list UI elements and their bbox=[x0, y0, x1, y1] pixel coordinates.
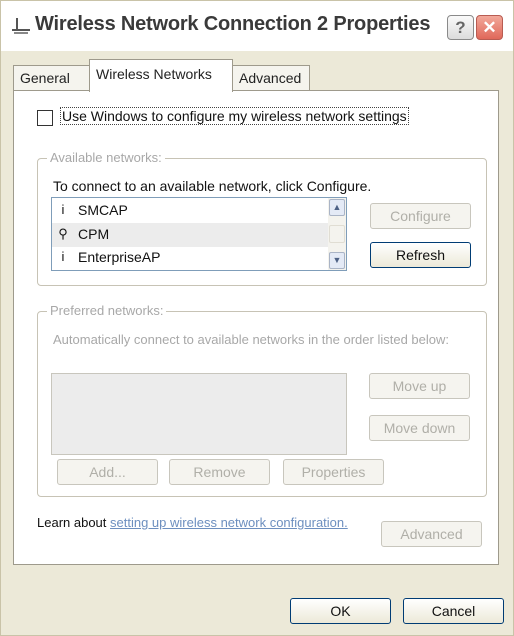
tab-wireless-networks[interactable]: Wireless Networks bbox=[89, 59, 233, 92]
learn-about-link[interactable]: setting up wireless network configuratio… bbox=[110, 515, 348, 530]
refresh-button[interactable]: Refresh bbox=[370, 242, 471, 268]
scroll-track[interactable] bbox=[329, 225, 345, 243]
list-item[interactable]: i SMCAP bbox=[52, 199, 329, 223]
available-networks-instruction: To connect to an available network, clic… bbox=[53, 178, 372, 194]
preferred-networks-description: Automatically connect to available netwo… bbox=[53, 332, 449, 347]
network-connection-icon bbox=[12, 18, 30, 34]
advanced-button[interactable]: Advanced bbox=[381, 521, 482, 547]
properties-dialog: Wireless Network Connection 2 Properties… bbox=[0, 0, 514, 636]
network-name: SMCAP bbox=[78, 202, 128, 218]
infrastructure-network-icon: i bbox=[61, 202, 65, 217]
preferred-networks-legend: Preferred networks: bbox=[47, 303, 167, 318]
available-networks-list[interactable]: i SMCAP ⚲ CPM i EnterpriseAP ▲ ▼ bbox=[51, 197, 347, 271]
add-button[interactable]: Add... bbox=[57, 459, 158, 485]
preferred-networks-list[interactable] bbox=[51, 373, 347, 455]
use-windows-config-label[interactable]: Use Windows to configure my wireless net… bbox=[60, 107, 409, 125]
scroll-down-icon[interactable]: ▼ bbox=[329, 252, 345, 269]
title-bar[interactable]: Wireless Network Connection 2 Properties… bbox=[1, 1, 513, 51]
infrastructure-network-icon: i bbox=[61, 249, 65, 264]
list-item[interactable]: i EnterpriseAP bbox=[52, 246, 329, 270]
remove-button[interactable]: Remove bbox=[169, 459, 270, 485]
network-name: EnterpriseAP bbox=[78, 249, 161, 265]
use-windows-config-checkbox[interactable] bbox=[37, 110, 53, 126]
list-item[interactable]: ⚲ CPM bbox=[52, 223, 329, 247]
cancel-button[interactable]: Cancel bbox=[403, 598, 504, 624]
window-title: Wireless Network Connection 2 Properties bbox=[35, 13, 431, 35]
help-button[interactable]: ? bbox=[447, 15, 474, 40]
move-up-button[interactable]: Move up bbox=[369, 373, 470, 399]
configure-button[interactable]: Configure bbox=[370, 203, 471, 229]
move-down-button[interactable]: Move down bbox=[369, 415, 470, 441]
network-name: CPM bbox=[78, 226, 110, 242]
close-button[interactable]: ✕ bbox=[476, 15, 503, 40]
learn-about-text: Learn about setting up wireless network … bbox=[37, 514, 357, 531]
list-scrollbar[interactable]: ▲ ▼ bbox=[328, 198, 346, 270]
scroll-up-icon[interactable]: ▲ bbox=[329, 199, 345, 216]
properties-button[interactable]: Properties bbox=[283, 459, 384, 485]
tab-advanced[interactable]: Advanced bbox=[232, 65, 310, 91]
tab-general[interactable]: General bbox=[13, 65, 91, 91]
learn-about-prefix: Learn about bbox=[37, 515, 111, 530]
ok-button[interactable]: OK bbox=[290, 598, 391, 624]
ad-hoc-network-icon: ⚲ bbox=[58, 226, 68, 241]
available-networks-legend: Available networks: bbox=[47, 150, 165, 165]
